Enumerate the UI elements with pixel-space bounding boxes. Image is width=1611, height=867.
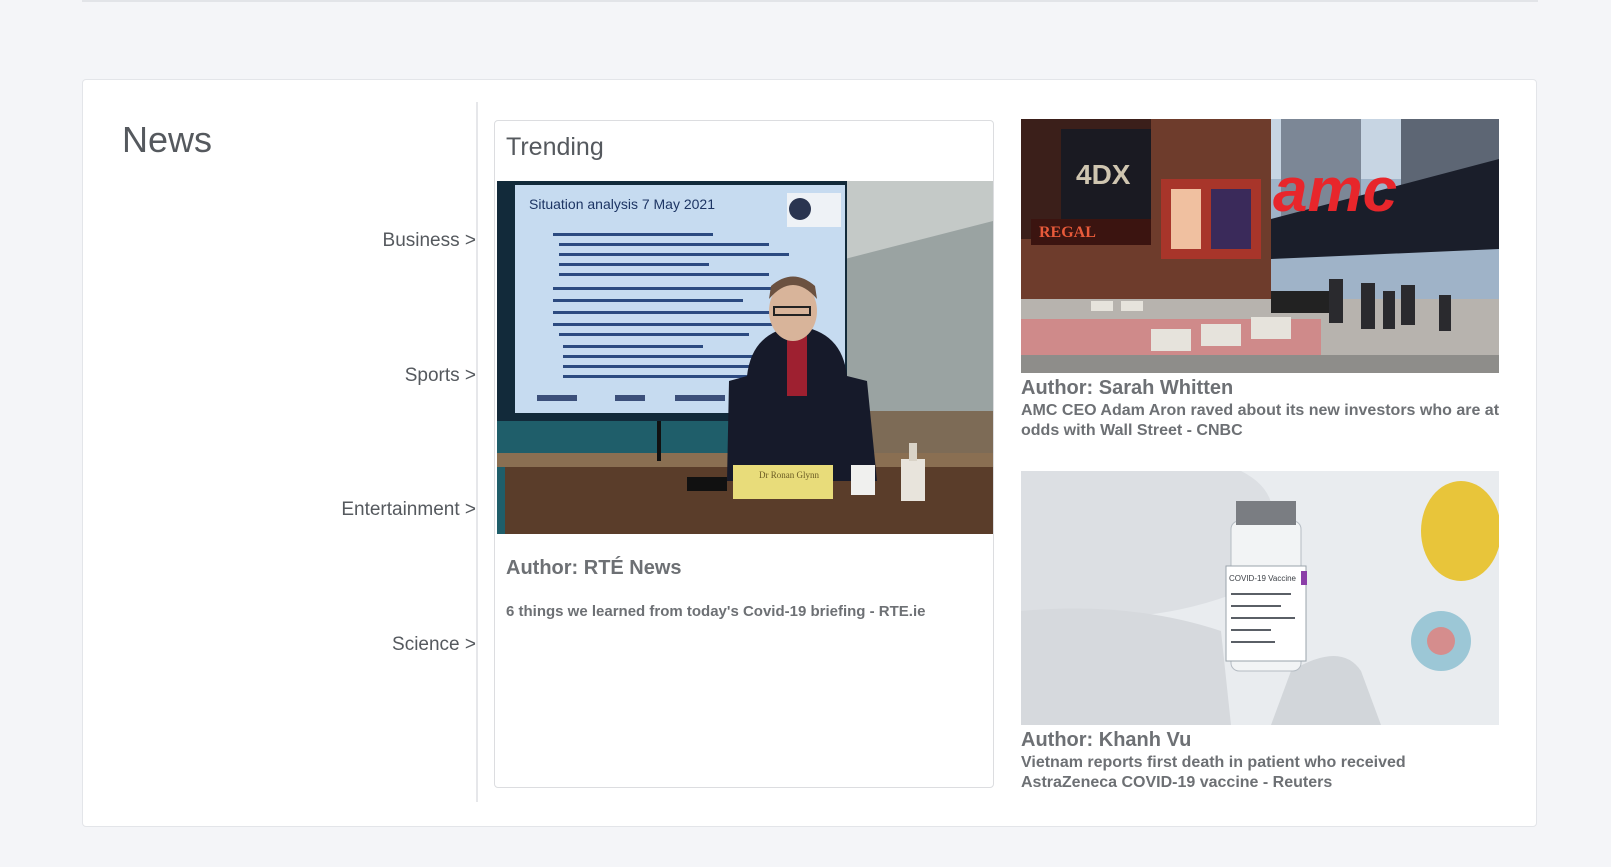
section-divider — [476, 102, 478, 802]
story-image-amc[interactable]: 4DX REGAL amc — [1021, 119, 1499, 373]
slide-title-text: Situation analysis 7 May 2021 — [529, 196, 715, 212]
story-headline-link-amc[interactable]: AMC CEO Adam Aron raved about its new in… — [1021, 401, 1499, 441]
regal-sign-text: REGAL — [1039, 224, 1096, 241]
nameplate-text: Dr Ronan Glynn — [759, 470, 819, 480]
story-author-amc: Author: Sarah Whitten — [1021, 377, 1234, 399]
news-section: News Business > Sports > Entertainment >… — [82, 79, 1537, 827]
previous-section-card — [82, 0, 1538, 2]
trending-author: Author: RTÉ News — [506, 557, 682, 579]
trending-image[interactable]: Situation analysis 7 May 2021 Dr Ronan G… — [497, 181, 993, 534]
svg-text:4DX: 4DX — [1076, 159, 1131, 190]
category-link-business[interactable]: Business > — [383, 230, 476, 252]
category-link-science[interactable]: Science > — [392, 634, 476, 656]
story-author-vaccine: Author: Khanh Vu — [1021, 729, 1192, 751]
story-image-vaccine[interactable]: COVID-19 Vaccine — [1021, 471, 1499, 725]
category-link-sports[interactable]: Sports > — [405, 365, 476, 387]
category-link-entertainment[interactable]: Entertainment > — [341, 499, 476, 521]
story-card-amc[interactable]: 4DX REGAL amc Author: Sarah Whitten AMC … — [1021, 119, 1499, 441]
vial-label-text: COVID-19 Vaccine — [1229, 574, 1297, 583]
story-headline-link-vaccine[interactable]: Vietnam reports first death in patient w… — [1021, 753, 1499, 793]
trending-card[interactable]: Trending Situation analysis 7 May 2021 D… — [494, 120, 994, 788]
story-card-vaccine[interactable]: COVID-19 Vaccine Author: Khanh Vu Vietna… — [1021, 471, 1499, 793]
trending-heading: Trending — [506, 133, 604, 161]
news-heading: News — [122, 119, 213, 160]
trending-headline-link[interactable]: 6 things we learned from today's Covid-1… — [506, 603, 925, 620]
amc-sign-text: amc — [1273, 156, 1397, 225]
